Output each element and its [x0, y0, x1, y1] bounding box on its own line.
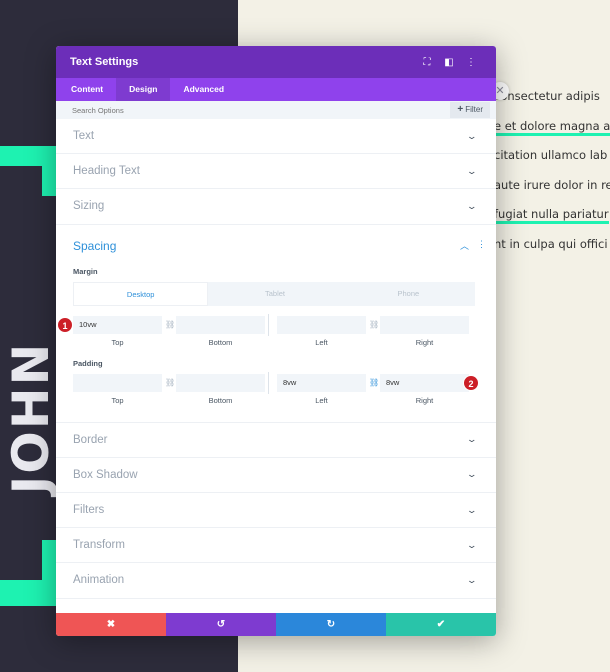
undo-button[interactable]: ↺	[166, 613, 276, 636]
modal-tabs: Content Design Advanced	[56, 78, 496, 101]
section-text[interactable]: Text ⌄	[56, 119, 496, 155]
margin-top-group: 10vw Top	[73, 315, 162, 347]
device-tab-phone[interactable]: Phone	[342, 282, 475, 306]
chevron-down-icon: ⌄	[466, 130, 478, 141]
redo-button[interactable]: ↻	[276, 613, 386, 636]
tab-advanced[interactable]: Advanced	[170, 78, 237, 101]
callout-badge-2: 2	[463, 374, 479, 391]
sidebar-icon[interactable]: ◧	[438, 57, 460, 68]
chevron-down-icon: ⌄	[466, 434, 478, 445]
body-line: aute irure dolor in re	[494, 177, 610, 192]
device-tabs: Desktop Tablet Phone	[73, 281, 475, 306]
padding-left-group: 8vw Left	[277, 373, 366, 405]
device-tab-desktop[interactable]: Desktop	[73, 281, 209, 306]
modal-title: Text Settings	[70, 56, 139, 68]
link-icon[interactable]: ⛓	[369, 374, 379, 392]
margin-left-group: Left	[277, 315, 366, 347]
padding-inputs: Top ⛓ Bottom 8vw Left 8vw ⛓ Right 2	[73, 371, 496, 405]
padding-right-group: 8vw ⛓ Right	[369, 373, 469, 405]
margin-top-input[interactable]: 10vw	[73, 315, 162, 334]
plus-icon: +	[457, 104, 464, 115]
padding-top-group: Top	[73, 373, 162, 405]
section-heading-text[interactable]: Heading Text ⌄	[56, 154, 496, 190]
section-spacing: Spacing ︿ ⋮ Margin Desktop Tablet Phone …	[56, 225, 496, 423]
section-title: Animation	[73, 574, 125, 587]
margin-bottom-caption: Bottom	[208, 337, 233, 347]
body-line: consectetur adipis	[494, 89, 600, 103]
text-settings-modal: Text Settings ⛶ ◧ ⋮ Content Design Advan…	[56, 46, 496, 636]
link-icon[interactable]: ⛓	[165, 374, 175, 392]
chevron-down-icon: ⌄	[466, 539, 478, 550]
padding-bottom-caption: Bottom	[208, 395, 233, 405]
padding-right-caption: Right	[415, 395, 434, 405]
section-title: Filters	[73, 504, 105, 517]
link-icon[interactable]: ⛓	[369, 316, 379, 334]
section-title: Sizing	[73, 200, 105, 213]
chevron-down-icon: ⌄	[466, 574, 478, 585]
filter-label: Filter	[465, 105, 483, 114]
padding-bottom-group: ⛓ Bottom	[165, 373, 265, 405]
section-title: Heading Text	[73, 165, 140, 178]
margin-bottom-group: ⛓ Bottom	[165, 315, 265, 347]
accent-frame-top	[0, 146, 56, 166]
margin-right-input[interactable]: ⛓	[369, 315, 469, 334]
padding-left-input[interactable]: 8vw	[277, 373, 366, 392]
chevron-down-icon: ⌄	[466, 200, 478, 211]
body-line: nt in culpa qui offici	[494, 236, 608, 251]
tab-design[interactable]: Design	[116, 78, 171, 101]
device-tab-tablet[interactable]: Tablet	[208, 282, 341, 306]
save-button[interactable]: ✔	[386, 613, 496, 636]
section-animation[interactable]: Animation ⌄	[56, 563, 496, 599]
padding-right-input[interactable]: 8vw ⛓	[369, 373, 469, 392]
filter-button[interactable]: + Filter	[450, 102, 490, 118]
section-transform[interactable]: Transform ⌄	[56, 528, 496, 564]
chevron-down-icon: ⌄	[466, 469, 478, 480]
padding-top-input[interactable]	[73, 373, 162, 392]
spacing-header[interactable]: Spacing ︿ ⋮	[73, 225, 496, 267]
section-border[interactable]: Border ⌄	[56, 423, 496, 458]
padding-left-caption: Left	[315, 395, 328, 405]
margin-right-group: ⛓ Right	[369, 315, 469, 347]
section-title: Box Shadow	[73, 468, 138, 481]
section-title: Spacing	[73, 238, 117, 253]
margin-top-caption: Top	[111, 337, 124, 347]
accent-frame-top-vertical	[42, 166, 56, 196]
margin-bottom-input[interactable]: ⛓	[165, 315, 265, 334]
padding-label: Padding	[73, 358, 103, 368]
body-line: e et dolore magna a	[494, 114, 610, 144]
search-row: +Filter	[56, 101, 496, 119]
section-title: Text	[73, 130, 95, 143]
cancel-button[interactable]: ✖	[56, 613, 166, 636]
fullscreen-icon[interactable]: ⛶	[416, 57, 438, 68]
callout-badge-1: 1	[57, 316, 73, 333]
section-filters[interactable]: Filters ⌄	[56, 493, 496, 529]
search-input[interactable]	[72, 105, 272, 115]
more-icon[interactable]: ⋮	[460, 57, 482, 68]
chevron-down-icon: ⌄	[466, 504, 478, 515]
padding-bottom-input[interactable]: ⛓	[165, 373, 265, 392]
body-line: fugiat nulla pariatur	[494, 202, 610, 232]
section-title: Transform	[73, 539, 125, 552]
accent-frame-bottom	[0, 580, 56, 606]
margin-label: Margin	[73, 266, 98, 276]
margin-right-caption: Right	[415, 337, 434, 347]
margin-left-caption: Left	[315, 337, 328, 347]
tab-content[interactable]: Content	[58, 78, 116, 101]
divider	[268, 313, 269, 336]
page-body-text: consectetur adipis e et dolore magna a c…	[494, 84, 610, 261]
body-line: citation ullamco lab	[494, 148, 608, 162]
chevron-up-icon[interactable]: ︿	[460, 239, 469, 252]
chevron-down-icon: ⌄	[466, 165, 478, 176]
divider	[268, 371, 269, 394]
padding-top-caption: Top	[111, 395, 124, 405]
section-sizing[interactable]: Sizing ⌄	[56, 189, 496, 225]
link-icon[interactable]: ⛓	[165, 316, 175, 334]
section-title: Border	[73, 433, 108, 446]
more-icon[interactable]: ⋮	[477, 239, 486, 252]
modal-header: Text Settings ⛶ ◧ ⋮	[56, 46, 496, 78]
modal-footer: ✖ ↺ ↻ ✔	[56, 613, 496, 636]
margin-left-input[interactable]	[277, 315, 366, 334]
margin-inputs: 10vw Top ⛓ Bottom Left ⛓ Right 1	[57, 313, 496, 347]
section-box-shadow[interactable]: Box Shadow ⌄	[56, 458, 496, 493]
